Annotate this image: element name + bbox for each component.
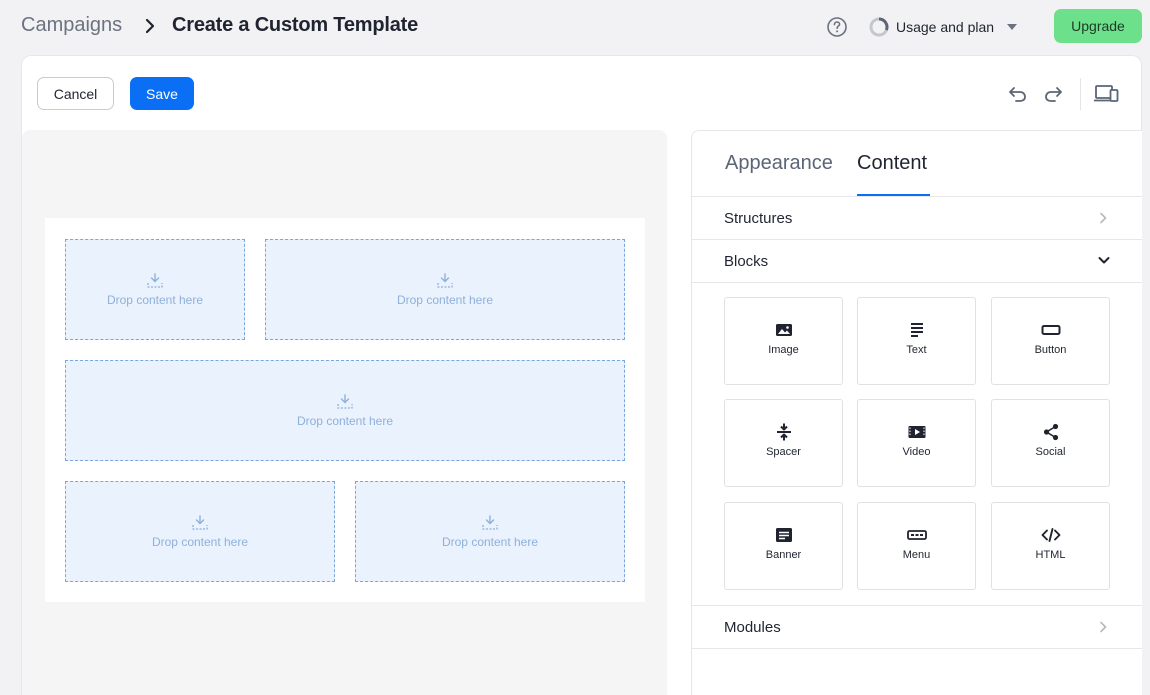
section-blocks[interactable]: Blocks (724, 253, 768, 270)
block-label: Spacer (766, 446, 801, 458)
spacer-icon (776, 423, 791, 441)
toolbar-divider (1080, 78, 1081, 110)
undo-icon[interactable] (1007, 83, 1029, 105)
divider (692, 282, 1142, 283)
block-label: HTML (1035, 549, 1066, 561)
block-image[interactable]: Image (724, 297, 843, 385)
drop-icon (192, 514, 208, 530)
block-label: Video (902, 446, 931, 458)
upgrade-button[interactable]: Upgrade (1054, 9, 1142, 43)
save-button[interactable]: Save (130, 77, 194, 110)
help-icon[interactable] (826, 16, 848, 38)
block-label: Text (906, 344, 927, 356)
drop-zone[interactable]: Drop content here (65, 239, 245, 340)
block-social[interactable]: Social (991, 399, 1110, 487)
drop-label: Drop content here (296, 413, 394, 428)
drop-icon (337, 393, 353, 409)
button-icon (1041, 325, 1060, 335)
block-video[interactable]: Video (857, 399, 976, 487)
section-modules[interactable]: Modules (724, 619, 781, 636)
block-label: Button (1034, 344, 1067, 356)
block-label: Social (1035, 446, 1066, 458)
usage-ring-icon (869, 17, 889, 37)
text-icon (910, 323, 923, 337)
drop-icon (147, 272, 163, 288)
chevron-right-icon[interactable] (1097, 621, 1109, 633)
drop-icon (437, 272, 453, 288)
drop-zone[interactable]: Drop content here (355, 481, 625, 582)
redo-icon[interactable] (1042, 83, 1064, 105)
drop-label: Drop content here (396, 292, 494, 307)
block-label: Banner (765, 549, 802, 561)
responsive-preview-icon[interactable] (1094, 83, 1119, 105)
cancel-button[interactable]: Cancel (37, 77, 114, 110)
block-button[interactable]: Button (991, 297, 1110, 385)
block-banner[interactable]: Banner (724, 502, 843, 590)
share-icon (1043, 423, 1058, 441)
chevron-down-icon[interactable] (1098, 254, 1110, 266)
drop-icon (482, 514, 498, 530)
drop-zone[interactable]: Drop content here (265, 239, 625, 340)
block-spacer[interactable]: Spacer (724, 399, 843, 487)
video-icon (908, 426, 925, 438)
chevron-right-icon (145, 18, 155, 34)
breadcrumb-campaigns[interactable]: Campaigns (21, 14, 122, 37)
divider (692, 605, 1142, 606)
divider (692, 239, 1142, 240)
divider (692, 648, 1142, 649)
usage-and-plan-dropdown[interactable]: Usage and plan (869, 15, 1018, 39)
section-structures[interactable]: Structures (724, 210, 792, 227)
caret-down-icon (1007, 24, 1018, 30)
drop-zone[interactable]: Drop content here (65, 481, 335, 582)
chevron-right-icon[interactable] (1097, 212, 1109, 224)
drop-label: Drop content here (151, 534, 249, 549)
image-icon (775, 324, 792, 336)
block-text[interactable]: Text (857, 297, 976, 385)
code-icon (1041, 528, 1060, 542)
menu-icon (906, 530, 927, 540)
block-label: Menu (902, 549, 931, 561)
usage-and-plan-label: Usage and plan (896, 19, 995, 35)
drop-label: Drop content here (106, 292, 204, 307)
banner-icon (775, 528, 792, 542)
tab-appearance[interactable]: Appearance (725, 152, 833, 175)
drop-zone[interactable]: Drop content here (65, 360, 625, 461)
tab-content[interactable]: Content (857, 152, 927, 175)
block-label: Image (768, 344, 799, 356)
page-title: Create a Custom Template (172, 14, 419, 36)
block-menu[interactable]: Menu (857, 502, 976, 590)
block-html[interactable]: HTML (991, 502, 1110, 590)
top-bar: Campaigns Create a Custom Template Usage… (0, 0, 1150, 54)
divider (692, 196, 1142, 197)
drop-label: Drop content here (441, 534, 539, 549)
